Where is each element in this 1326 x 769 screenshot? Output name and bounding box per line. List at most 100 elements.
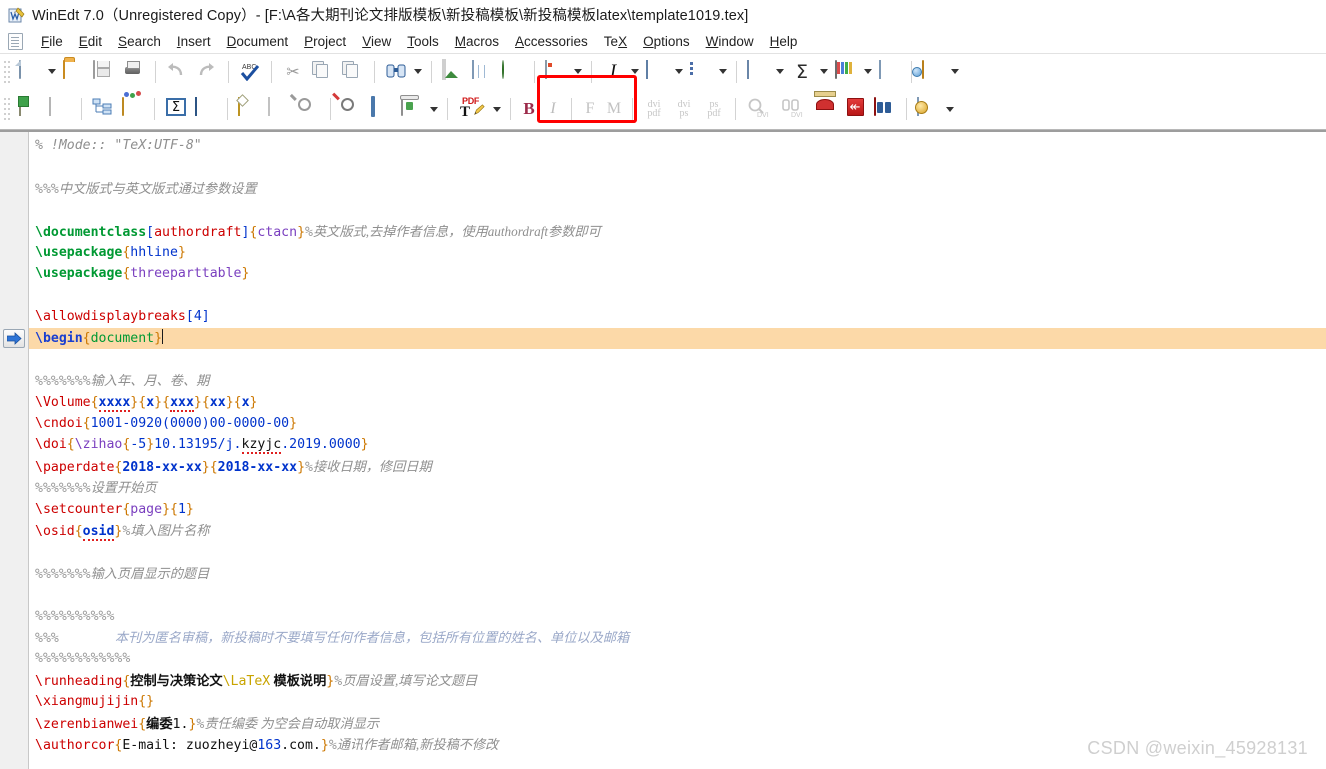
math-symbol-button[interactable]: Σ <box>787 58 817 86</box>
execution-modes-button[interactable] <box>913 95 943 123</box>
pdf-search-button[interactable] <box>870 95 900 123</box>
dvi-print-button[interactable] <box>810 95 840 123</box>
pdftexify-dropdown-icon[interactable] <box>490 96 504 122</box>
table-tools-button[interactable] <box>264 95 294 123</box>
insert-table-wizard[interactable] <box>234 95 264 123</box>
pdf-preview-button[interactable]: ↞ <box>840 95 870 123</box>
menu-item-tex[interactable]: TeX <box>596 33 635 50</box>
menu-item-view[interactable]: View <box>354 33 399 50</box>
menu-item-window[interactable]: Window <box>698 33 762 50</box>
code-line[interactable]: %%% 本刊为匿名审稿，新投稿时不要填写任何作者信息，包括所有位置的姓名、单位以… <box>35 627 1326 648</box>
code-line[interactable] <box>35 349 1326 370</box>
ps-to-pdf-button[interactable]: ps pdf <box>699 95 729 123</box>
zoom-button[interactable] <box>290 93 324 123</box>
code-line[interactable] <box>35 584 1326 605</box>
document-style-button[interactable] <box>541 58 571 86</box>
new-document-dropdown-icon[interactable] <box>45 59 59 85</box>
insert-url-button[interactable] <box>498 58 528 86</box>
code-line[interactable]: \doi{\zihao{-5}10.13195/j.kzyjc.2019.000… <box>35 434 1326 455</box>
project-folder-dropdown-icon[interactable] <box>948 59 962 85</box>
list-environment-dropdown-icon[interactable] <box>716 59 730 85</box>
dvi-search-button[interactable]: DVI <box>776 95 810 123</box>
code-line[interactable]: %%%%%%%%%% <box>35 606 1326 627</box>
package-wizard-button[interactable] <box>118 95 148 123</box>
code-line[interactable]: \zerenbianwei{编委1.}%责任编委 为空会自动取消显示 <box>35 713 1326 734</box>
redo-button[interactable] <box>192 58 222 86</box>
new-tex-document-button[interactable] <box>15 95 45 123</box>
code-line[interactable] <box>35 199 1326 220</box>
code-line[interactable] <box>35 285 1326 306</box>
code-line[interactable]: \setcounter{page}{1} <box>35 499 1326 520</box>
document-tree-button[interactable] <box>88 95 118 123</box>
italic-style-dropdown-icon[interactable] <box>628 59 642 85</box>
insert-image-button[interactable] <box>438 58 468 86</box>
menu-item-edit[interactable]: Edit <box>71 33 110 50</box>
code-line[interactable]: \usepackage{hhline} <box>35 242 1326 263</box>
code-line[interactable] <box>35 156 1326 177</box>
code-line[interactable]: % !Mode:: "TeX:UTF-8" <box>35 135 1326 156</box>
pdftexify-button[interactable]: PDF T <box>454 95 490 123</box>
menu-item-document[interactable]: Document <box>219 33 297 50</box>
copy-button[interactable] <box>308 58 338 86</box>
undo-button[interactable] <box>162 58 192 86</box>
code-line[interactable]: \xiangmujijin{} <box>35 691 1326 712</box>
editor-gutter[interactable] <box>0 132 29 769</box>
find-replace-dropdown-icon[interactable] <box>411 59 425 85</box>
menu-item-accessories[interactable]: Accessories <box>507 33 596 50</box>
find-error-button[interactable] <box>332 92 367 123</box>
tabular-wizard-button[interactable] <box>743 58 773 86</box>
find-replace-button[interactable] <box>381 58 411 86</box>
code-line[interactable]: %%%%%%%输入页眉显示的题目 <box>35 563 1326 584</box>
execution-modes-dropdown-icon[interactable] <box>943 96 957 122</box>
notes-button[interactable] <box>875 58 905 86</box>
italic-style-button[interactable]: I <box>598 58 628 86</box>
clean-aux-dropdown-icon[interactable] <box>427 96 441 122</box>
menu-item-tools[interactable]: Tools <box>399 33 447 50</box>
makeindex-f-button[interactable]: F <box>578 95 602 123</box>
dvi-to-ps-button[interactable]: dvi ps <box>669 95 699 123</box>
spell-check-button[interactable]: ABC <box>235 58 265 86</box>
menu-item-help[interactable]: Help <box>762 33 806 50</box>
code-line[interactable]: \runheading{控制与决策论文\LaTeX 模板说明}%页眉设置,填写论… <box>35 670 1326 691</box>
bibliography-button[interactable] <box>831 58 861 86</box>
code-line[interactable]: \paperdate{2018-xx-xx}{2018-xx-xx}%接收日期，… <box>35 456 1326 477</box>
toolbar-grip[interactable] <box>3 59 11 84</box>
cut-button[interactable]: ✂ <box>278 58 308 86</box>
dvi-to-pdf-button[interactable]: dvi pdf <box>639 95 669 123</box>
paragraph-align-dropdown-icon[interactable] <box>672 59 686 85</box>
code-line[interactable]: \Volume{xxxx}{x}{xxx}{xx}{x} <box>35 392 1326 413</box>
document-style-dropdown-icon[interactable] <box>571 59 585 85</box>
menu-item-file[interactable]: File <box>33 33 71 50</box>
code-line[interactable]: \cndoi{1001-0920(0000)00-0000-00} <box>35 413 1326 434</box>
save-document-button[interactable] <box>89 58 119 86</box>
project-folder-button[interactable] <box>918 58 948 86</box>
index-button[interactable]: I <box>541 95 565 123</box>
math-symbol-dropdown-icon[interactable] <box>817 59 831 85</box>
bibtex-button[interactable]: B <box>517 95 541 123</box>
blue-arrow-icon[interactable] <box>3 328 25 348</box>
tex-preview-button[interactable] <box>191 95 221 123</box>
new-document-button[interactable] <box>15 58 45 86</box>
open-document-button[interactable] <box>59 58 89 86</box>
makeindex-m-button[interactable]: M <box>602 95 626 123</box>
menu-item-project[interactable]: Project <box>296 33 354 50</box>
insert-table-button[interactable] <box>468 58 498 86</box>
clean-aux-button[interactable] <box>397 95 427 123</box>
dvi-preview-button[interactable]: DVI <box>742 95 776 123</box>
code-editor[interactable]: % !Mode:: "TeX:UTF-8" %%%中文版式与英文版式通过参数设置… <box>29 132 1326 769</box>
code-line[interactable]: %%%%%%%输入年、月、卷、期 <box>35 370 1326 391</box>
menu-item-options[interactable]: Options <box>635 33 698 50</box>
code-line[interactable]: \osid{osid}%填入图片名称 <box>35 520 1326 542</box>
toolbar-grip[interactable] <box>3 97 11 121</box>
log-window-button[interactable] <box>367 95 397 123</box>
code-line[interactable]: \documentclass[authordraft]{ctacn}%英文版式,… <box>35 221 1326 242</box>
menu-item-insert[interactable]: Insert <box>169 33 219 50</box>
code-line[interactable]: %%%%%%%%%%%% <box>35 648 1326 669</box>
duplicate-doc-button[interactable] <box>45 95 75 123</box>
paragraph-align-button[interactable] <box>642 58 672 86</box>
code-line[interactable] <box>35 541 1326 562</box>
menu-item-search[interactable]: Search <box>110 33 169 50</box>
paste-button[interactable] <box>338 58 368 86</box>
code-line[interactable]: \usepackage{threeparttable} <box>35 263 1326 284</box>
bibliography-dropdown-icon[interactable] <box>861 59 875 85</box>
